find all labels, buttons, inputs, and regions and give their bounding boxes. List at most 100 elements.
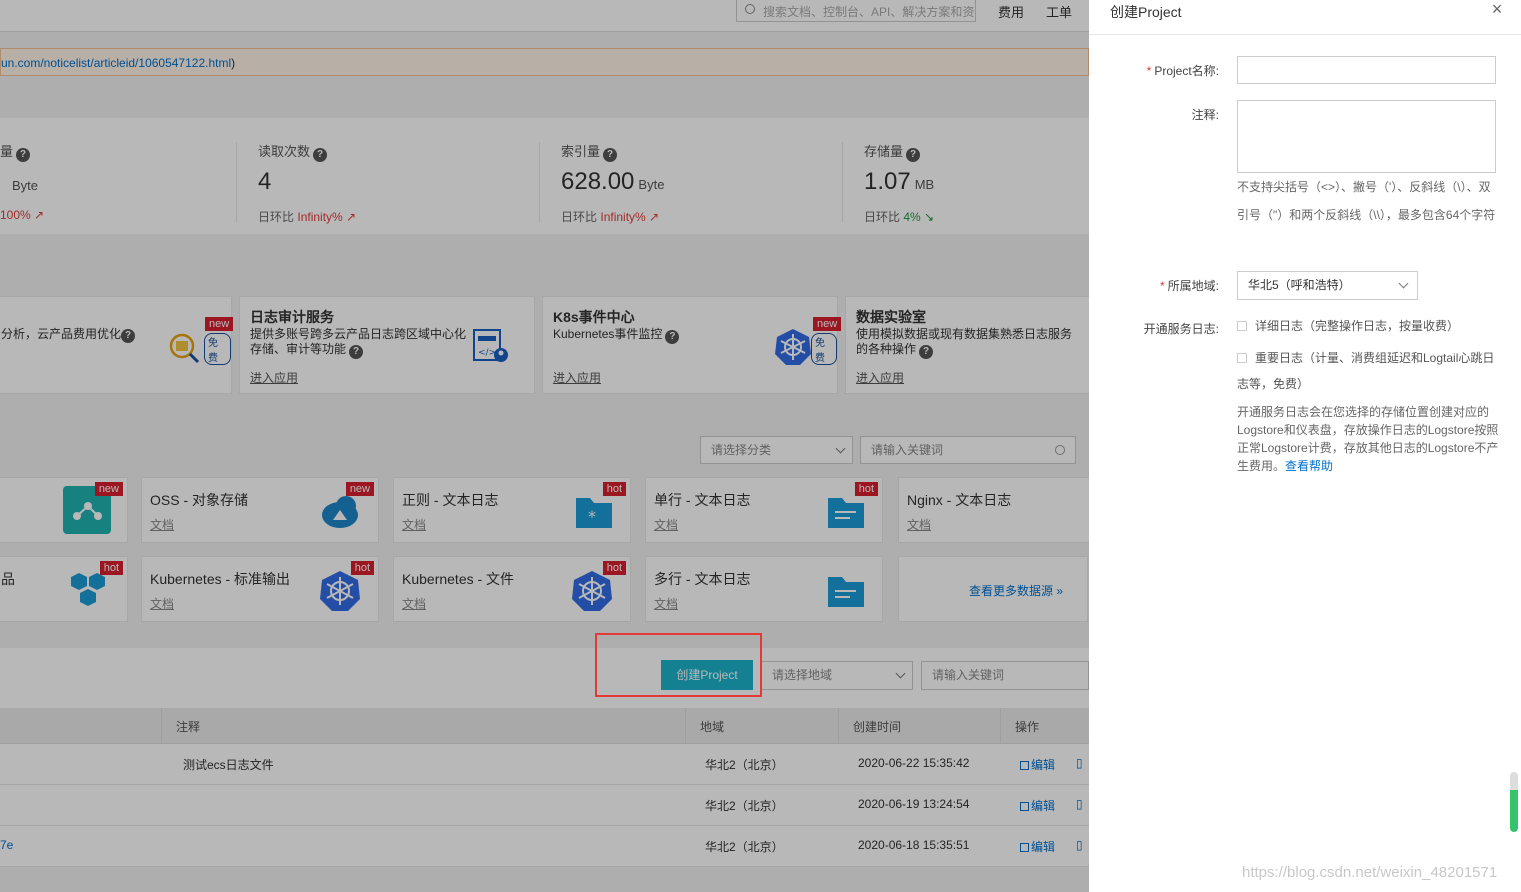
help-icon[interactable]: ? bbox=[16, 148, 31, 162]
keyword-placeholder: 请输入关键词 bbox=[932, 668, 1005, 682]
stat-label: 量? bbox=[0, 141, 31, 162]
help-link[interactable]: 查看帮助 bbox=[1285, 459, 1333, 473]
datasource-doc-link[interactable]: 文档 bbox=[907, 516, 931, 533]
detailed-log-checkbox[interactable] bbox=[1237, 321, 1247, 331]
service-card-cost[interactable]: 分析，云产品费用优化 ? new 免费 bbox=[0, 296, 234, 394]
edit-project-link[interactable]: 编辑 bbox=[1020, 797, 1055, 814]
datasource-name: 正则 - 文本日志 bbox=[402, 492, 499, 508]
help-icon[interactable]: ? bbox=[919, 345, 934, 359]
search-placeholder: 搜索文档、控制台、API、解决方案和资 bbox=[763, 5, 975, 19]
datasource-tile-k8s-stdout[interactable]: Kubernetes - 标准输出 文档 hot bbox=[141, 556, 379, 622]
oss-cloud-icon bbox=[322, 496, 358, 528]
free-badge: 免费 bbox=[811, 333, 837, 365]
svg-text:*: * bbox=[588, 507, 596, 526]
datasource-tile-regex[interactable]: 正则 - 文本日志 文档 * hot bbox=[393, 477, 631, 543]
datasource-doc-link[interactable]: 文档 bbox=[150, 595, 174, 612]
hot-badge: hot bbox=[350, 561, 374, 575]
delete-icon[interactable]: ▯ bbox=[1076, 797, 1083, 811]
datasource-tile-oss[interactable]: OSS - 对象存储 文档 new bbox=[141, 477, 379, 543]
notice-link[interactable]: un.com/noticelist/articleid/1060547122.h… bbox=[1, 56, 231, 70]
more-datasources-tile[interactable]: 查看更多数据源 » bbox=[898, 556, 1088, 622]
important-log-option[interactable]: 重要日志（计量、消费组延迟和Logtail心跳日志等，免费） bbox=[1237, 345, 1499, 397]
important-log-text: 重要日志（计量、消费组延迟和Logtail心跳日志等，免费） bbox=[1237, 351, 1495, 391]
cloud-product-icon bbox=[71, 573, 105, 606]
more-datasources-link[interactable]: 查看更多数据源 » bbox=[969, 582, 1063, 599]
project-region: 华北2（北京） bbox=[705, 840, 784, 854]
datasource-name: Nginx - 文本日志 bbox=[907, 492, 1012, 508]
service-log-label: 开通服务日志: bbox=[1143, 322, 1219, 336]
stat-value: Byte bbox=[12, 178, 39, 193]
global-search-input[interactable]: 搜索文档、控制台、API、解决方案和资 bbox=[736, 0, 976, 22]
datasource-tile-multi-line[interactable]: 多行 - 文本日志 文档 bbox=[645, 556, 883, 622]
detailed-log-text: 详细日志（完整操作日志，按量收费） bbox=[1255, 319, 1460, 333]
project-region: 华北2（北京） bbox=[705, 799, 784, 813]
note-textarea[interactable] bbox=[1237, 100, 1496, 173]
close-icon[interactable]: × bbox=[1489, 0, 1505, 18]
kubernetes-icon bbox=[572, 571, 612, 611]
datasource-doc-link[interactable]: 文档 bbox=[654, 516, 678, 533]
service-card-data-lab[interactable]: 数据实验室 使用模拟数据或现有数据集熟悉日志服务 的各种操作? 进入应用 bbox=[845, 296, 1089, 394]
drawer-divider bbox=[1089, 34, 1521, 35]
project-name-link[interactable]: 7e bbox=[0, 838, 13, 852]
service-desc: 分析，云产品费用优化 bbox=[1, 327, 122, 341]
region-select-value: 华北5（呼和浩特） bbox=[1248, 278, 1351, 292]
enter-app-link[interactable]: 进入应用 bbox=[856, 369, 904, 386]
datasource-doc-link[interactable]: 文档 bbox=[150, 516, 174, 533]
delete-icon[interactable]: ▯ bbox=[1076, 838, 1083, 852]
datasource-tile-k8s-file[interactable]: Kubernetes - 文件 文档 hot bbox=[393, 556, 631, 622]
datasource-doc-link[interactable]: 文档 bbox=[402, 595, 426, 612]
region-select[interactable]: 华北5（呼和浩特） bbox=[1237, 271, 1418, 300]
stat-ratio: 日环比 Infinity% ↗ bbox=[258, 210, 357, 224]
service-log-info: 开通服务日志会在您选择的存储位置创建对应的Logstore和仪表盘，存放操作日志… bbox=[1237, 403, 1499, 475]
arrow-up-icon: ↗ bbox=[30, 208, 45, 222]
project-table-header: 注释 地域 创建时间 操作 bbox=[0, 708, 1089, 744]
datasource-tile-nginx[interactable]: Nginx - 文本日志 文档 bbox=[898, 477, 1089, 543]
datasource-doc-link[interactable]: 文档 bbox=[402, 516, 426, 533]
nav-link-ticket[interactable]: 工单 bbox=[1046, 2, 1072, 21]
project-name-input[interactable] bbox=[1237, 56, 1496, 84]
datasource-tile[interactable]: 品 hot bbox=[0, 556, 128, 622]
help-icon[interactable]: ? bbox=[603, 148, 618, 162]
nav-link-billing[interactable]: 费用 bbox=[998, 2, 1024, 21]
project-keyword-input[interactable]: 请输入关键词 bbox=[921, 661, 1089, 690]
enter-app-link[interactable]: 进入应用 bbox=[553, 369, 601, 386]
help-icon[interactable]: ? bbox=[906, 148, 921, 162]
notice-paren: ) bbox=[231, 56, 236, 70]
help-icon[interactable]: ? bbox=[665, 330, 680, 344]
edit-project-link[interactable]: 编辑 bbox=[1020, 838, 1055, 855]
category-select[interactable]: 请选择分类 bbox=[700, 436, 853, 464]
console-page: 搜索文档、控制台、API、解决方案和资 费用 工单 un.com/noticel… bbox=[0, 0, 1089, 892]
chevron-down-icon bbox=[895, 668, 906, 679]
help-icon[interactable]: ? bbox=[121, 329, 135, 343]
create-project-drawer: 创建Project × * Project名称: 注释: 不支持尖括号（<>）、撇… bbox=[1089, 0, 1521, 892]
enter-app-link[interactable]: 进入应用 bbox=[250, 369, 298, 386]
delete-icon[interactable]: ▯ bbox=[1076, 756, 1083, 770]
notice-banner: un.com/noticelist/articleid/1060547122.h… bbox=[0, 48, 1089, 76]
datasource-doc-link[interactable]: 文档 bbox=[654, 595, 678, 612]
service-title: 数据实验室 bbox=[856, 309, 926, 325]
column-header-actions: 操作 bbox=[1015, 720, 1040, 734]
datasource-name: 单行 - 文本日志 bbox=[654, 492, 751, 508]
scroll-indicator[interactable] bbox=[1510, 772, 1518, 832]
datasource-tile[interactable]: new bbox=[0, 477, 128, 543]
datasource-keyword-input[interactable]: 请输入关键词 bbox=[860, 436, 1076, 464]
help-icon[interactable]: ? bbox=[349, 345, 364, 359]
datasource-name: Kubernetes - 标准输出 bbox=[150, 571, 291, 587]
datasource-tile-single-line[interactable]: 单行 - 文本日志 文档 hot bbox=[645, 477, 883, 543]
usage-stats-panel: 量? Byte 100% ↗ 读取次数? 4 日环比 Infinity% ↗ 索… bbox=[0, 118, 1089, 234]
help-icon[interactable]: ? bbox=[313, 148, 328, 162]
note-label: 注释: bbox=[1191, 108, 1219, 122]
note-hint: 不支持尖括号（<>）、撇号（'）、反斜线（\）、双引号（"）和两个反斜线（\\）… bbox=[1237, 180, 1496, 222]
edit-project-link[interactable]: 编辑 bbox=[1020, 756, 1055, 773]
service-card-audit[interactable]: 日志审计服务 提供多账号跨多云产品日志跨区域中心化 存储、审计等功能? 进入应用 … bbox=[239, 296, 535, 394]
region-label: * 所属地域: bbox=[1159, 279, 1219, 293]
project-created-time: 2020-06-18 15:35:51 bbox=[858, 838, 970, 852]
kubernetes-icon bbox=[320, 571, 360, 611]
regex-folder-icon: * bbox=[576, 498, 612, 528]
service-card-k8s-events[interactable]: K8s事件中心 Kubernetes事件监控? 进入应用 new 免费 bbox=[542, 296, 842, 394]
drawer-title: 创建Project bbox=[1110, 4, 1182, 20]
search-icon bbox=[745, 4, 755, 14]
detailed-log-option[interactable]: 详细日志（完整操作日志，按量收费） bbox=[1237, 313, 1499, 339]
region-filter-select[interactable]: 请选择地域 bbox=[761, 661, 913, 690]
important-log-checkbox[interactable] bbox=[1237, 353, 1247, 363]
